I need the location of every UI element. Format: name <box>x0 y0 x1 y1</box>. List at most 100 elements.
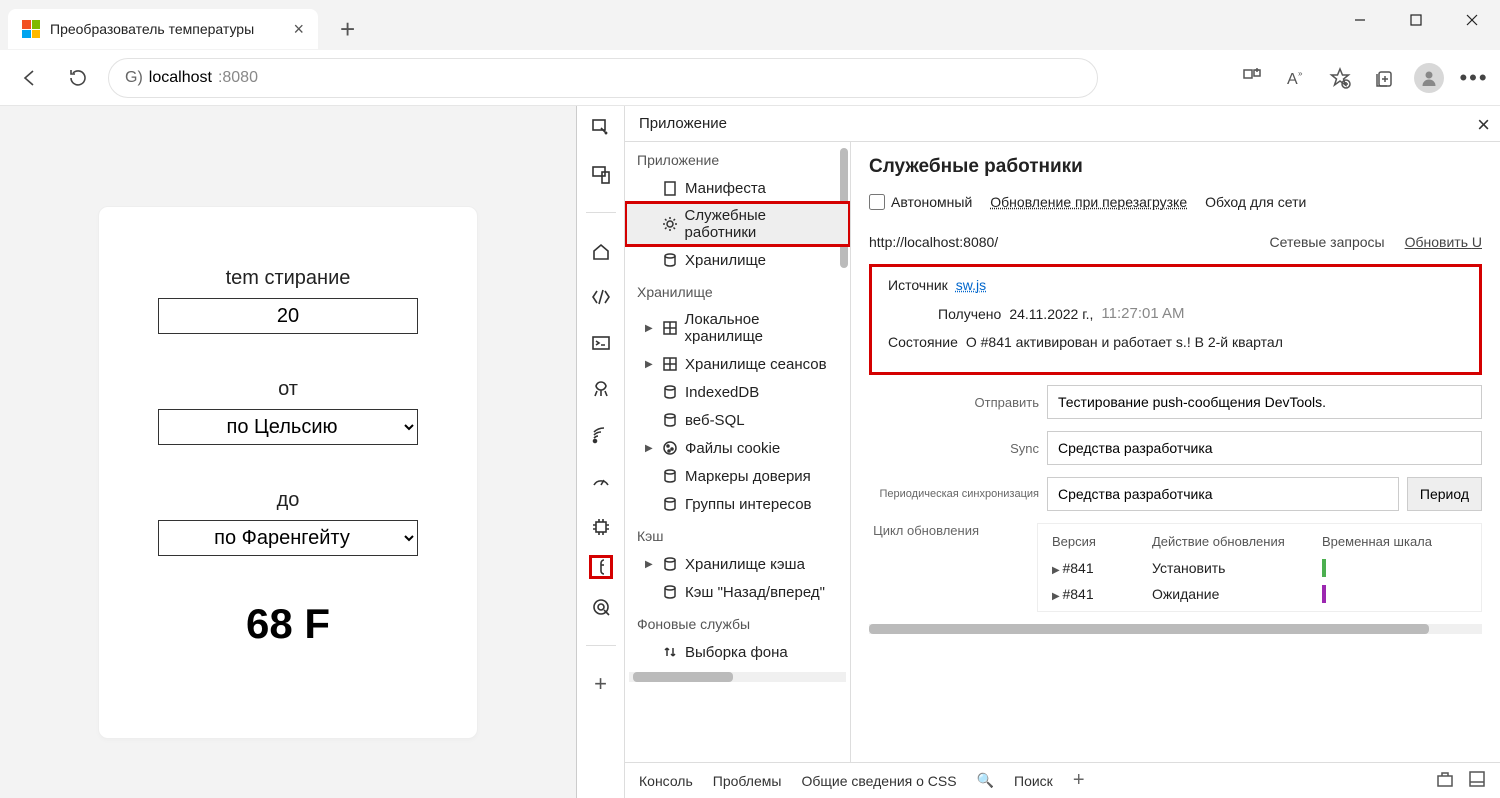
drawer-css-overview[interactable]: Общие сведения о CSS <box>801 773 956 789</box>
tree-item-trust-tokens[interactable]: Маркеры доверия <box>625 462 850 490</box>
toolbar-right: A» ••• <box>1238 63 1488 93</box>
devtools-drawer: Консоль Проблемы Общие сведения о CSS 🔍 … <box>625 762 1500 798</box>
checkbox-update-reload[interactable]: Обновление при перезагрузке <box>990 194 1187 210</box>
tree-item-local-storage[interactable]: Локальное хранилище <box>625 306 850 350</box>
devtools-body: Приложение × Приложение Манифеста Служеб… <box>625 106 1500 798</box>
temperature-input[interactable] <box>158 298 418 334</box>
push-message-input[interactable] <box>1047 385 1482 419</box>
network-requests-link[interactable]: Сетевые запросы <box>1270 234 1385 250</box>
tree-item-service-workers[interactable]: Служебные работники <box>625 202 850 246</box>
read-aloud-icon[interactable]: A» <box>1282 64 1310 92</box>
inspect-icon[interactable] <box>589 116 613 140</box>
drawer-search[interactable]: Поиск <box>1014 773 1053 789</box>
drawer-console[interactable]: Консоль <box>639 773 693 789</box>
update-table: Версия Действие обновления Временная шка… <box>1037 523 1482 612</box>
favorites-icon[interactable] <box>1326 64 1354 92</box>
sync-label: Sync <box>869 441 1039 456</box>
application-tree[interactable]: Приложение Манифеста Служебные работники… <box>625 142 851 762</box>
network-icon[interactable] <box>589 423 613 447</box>
from-label: от <box>149 378 427 401</box>
tree-item-background-fetch[interactable]: Выборка фона <box>625 638 850 666</box>
more-tools-icon[interactable]: + <box>589 672 613 696</box>
main-area: tem стирание от по Цельсию до по Фаренге… <box>0 106 1500 798</box>
tree-section-background: Фоновые службы <box>625 606 850 638</box>
css-overview-icon[interactable] <box>589 595 613 619</box>
sync-input[interactable] <box>1047 431 1482 465</box>
address-bar[interactable]: G) localhost :8080 <box>108 58 1098 98</box>
tree-item-storage[interactable]: Хранилище <box>625 246 850 274</box>
db-icon <box>661 251 679 269</box>
cookie-icon <box>661 439 679 457</box>
timeline-bar <box>1322 559 1326 577</box>
browser-toolbar: G) localhost :8080 A» ••• <box>0 50 1500 106</box>
tree-item-cookies[interactable]: Файлы cookie <box>625 434 850 462</box>
tab-close-button[interactable]: × <box>293 19 304 40</box>
console-icon[interactable] <box>589 331 613 355</box>
received-date: 24.11.2022 г., <box>1009 306 1093 322</box>
tree-item-session-storage[interactable]: Хранилище сеансов <box>625 350 850 378</box>
browser-tab[interactable]: Преобразователь температуры × <box>8 9 318 49</box>
th-timeline: Временная шкала <box>1322 534 1432 549</box>
tree-section-cache: Кэш <box>625 518 850 550</box>
panel-title: Приложение <box>639 115 727 132</box>
devtools-rail: + <box>577 106 625 798</box>
back-button[interactable] <box>12 60 48 96</box>
sources-icon[interactable] <box>589 377 613 401</box>
periodic-label: Периодическая синхронизация <box>869 488 1039 500</box>
drawer-dock-icon[interactable] <box>1468 770 1486 791</box>
svg-text:A: A <box>1287 71 1298 88</box>
tree-item-indexeddb[interactable]: IndexedDB <box>625 378 850 406</box>
elements-icon[interactable] <box>589 285 613 309</box>
profile-avatar[interactable] <box>1414 63 1444 93</box>
th-version: Версия <box>1052 534 1122 549</box>
checkbox-offline[interactable]: Автономный <box>869 194 972 210</box>
titlebar: Преобразователь температуры × + <box>0 0 1500 50</box>
status-text: О #841 активирован и работает s.! В 2-й … <box>966 334 1283 350</box>
periodic-input[interactable] <box>1047 477 1399 511</box>
new-tab-button[interactable]: + <box>340 14 355 45</box>
drawer-add-icon[interactable]: + <box>1073 769 1085 792</box>
tab-title: Преобразователь температуры <box>50 21 283 37</box>
devtools-header: Приложение <box>625 106 1500 142</box>
tree-item-cache-storage[interactable]: Хранилище кэша <box>625 550 850 578</box>
service-worker-details: Служебные работники Автономный Обновлени… <box>851 142 1500 762</box>
temperature-label: tem стирание <box>149 267 427 290</box>
db-icon <box>661 411 679 429</box>
from-select[interactable]: по Цельсию <box>158 409 418 445</box>
ms-logo-icon <box>22 20 40 38</box>
result-text: 68 F <box>149 600 427 648</box>
source-link[interactable]: sw.js <box>956 277 986 293</box>
performance-icon[interactable] <box>589 469 613 493</box>
tree-item-manifest[interactable]: Манифеста <box>625 174 850 202</box>
period-button[interactable]: Период <box>1407 477 1482 511</box>
devtools-close-button[interactable]: × <box>1477 112 1490 138</box>
collections-icon[interactable] <box>1370 64 1398 92</box>
settings-menu-button[interactable]: ••• <box>1460 64 1488 92</box>
minimize-button[interactable] <box>1332 0 1388 40</box>
device-icon[interactable] <box>589 162 613 186</box>
app-install-icon[interactable] <box>1238 64 1266 92</box>
welcome-icon[interactable] <box>589 239 613 263</box>
drawer-issues[interactable]: Проблемы <box>713 773 782 789</box>
checkbox-bypass[interactable]: Обход для сети <box>1205 194 1306 210</box>
application-icon[interactable] <box>589 555 613 579</box>
db-icon <box>661 583 679 601</box>
refresh-link[interactable]: Обновить U <box>1405 234 1482 250</box>
table-row: #841 Ожидание <box>1052 585 1481 603</box>
source-label: Источник <box>888 277 948 293</box>
tree-item-interest-groups[interactable]: Группы интересов <box>625 490 850 518</box>
memory-icon[interactable] <box>589 515 613 539</box>
window-controls <box>1332 0 1500 40</box>
maximize-button[interactable] <box>1388 0 1444 40</box>
db-icon <box>661 555 679 573</box>
drawer-issues-icon[interactable] <box>1436 770 1454 791</box>
url-prefix: G) <box>125 69 143 87</box>
url-host: localhost <box>149 69 212 87</box>
reload-button[interactable] <box>60 60 96 96</box>
tree-item-websql[interactable]: веб-SQL <box>625 406 850 434</box>
db-icon <box>661 383 679 401</box>
tree-item-bfcache[interactable]: Кэш "Назад/вперед" <box>625 578 850 606</box>
update-cycle-label: Цикл обновления <box>869 523 979 538</box>
to-select[interactable]: по Фаренгейту <box>158 520 418 556</box>
close-window-button[interactable] <box>1444 0 1500 40</box>
